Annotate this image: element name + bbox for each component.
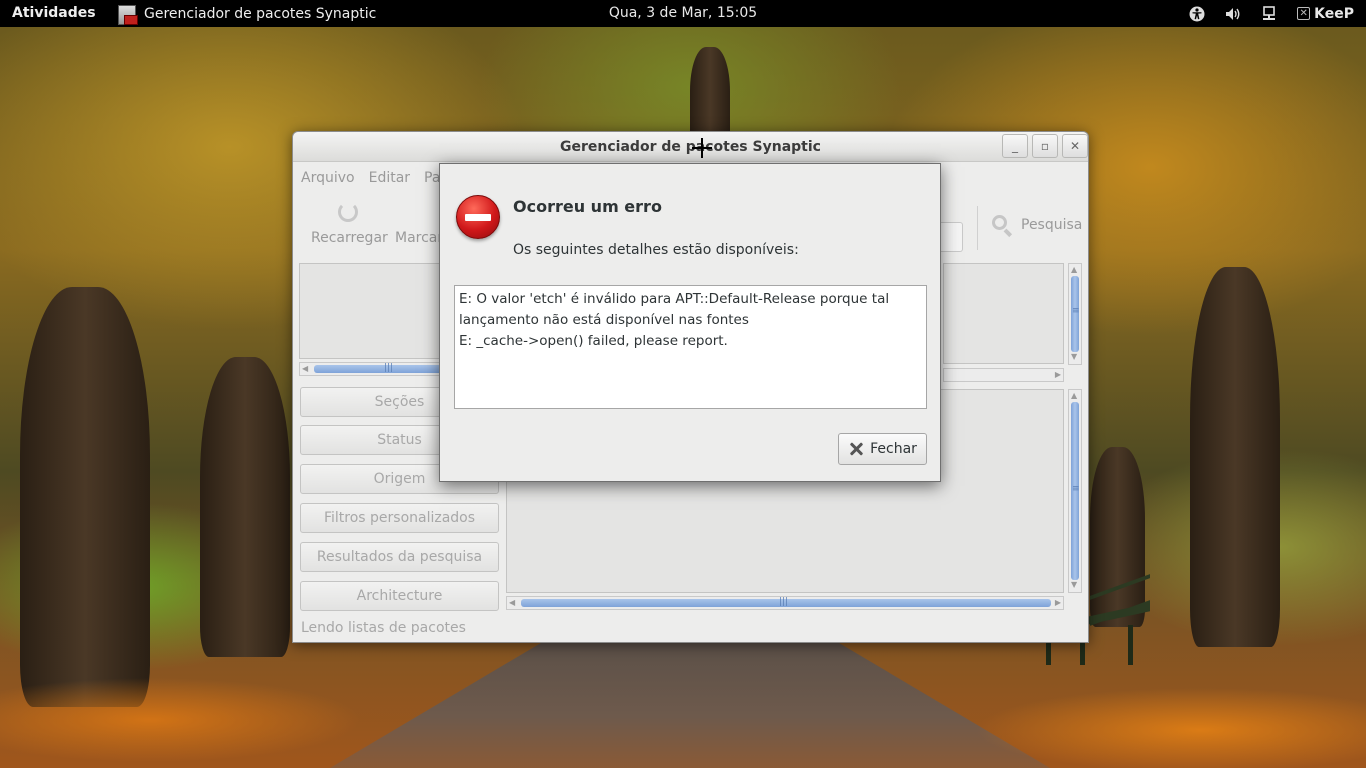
window-controls: _ ▫ ✕ xyxy=(1002,134,1088,158)
mark-all-upgrades-button[interactable]: Marcar xyxy=(395,230,443,246)
filter-list-hscrollbar[interactable]: ◀ ||| xyxy=(299,362,443,376)
filter-list-panel[interactable] xyxy=(299,263,443,359)
app-menu-title: Gerenciador de pacotes Synaptic xyxy=(144,5,377,22)
tree-trunk xyxy=(1190,267,1280,647)
offline-status-icon: ✕ xyxy=(1297,7,1311,20)
window-title: Gerenciador de pacotes Synaptic xyxy=(560,139,821,155)
dialog-error-icon xyxy=(456,195,500,239)
network-icon[interactable] xyxy=(1261,5,1277,22)
search-button[interactable]: Pesquisa xyxy=(991,214,1083,238)
dialog-title: Ocorreu um erro xyxy=(513,197,662,216)
user-menu[interactable]: ✕ KeeP xyxy=(1297,6,1354,22)
close-window-button[interactable]: ✕ xyxy=(1062,134,1088,158)
menu-editar[interactable]: Editar xyxy=(369,170,410,186)
search-icon xyxy=(991,214,1013,238)
accessibility-icon[interactable] xyxy=(1189,6,1205,22)
reload-button[interactable]: Recarregar xyxy=(311,202,388,246)
toolbar-separator xyxy=(977,206,978,250)
fallen-leaves xyxy=(0,660,1366,768)
filter-search-results-button[interactable]: Resultados da pesquisa xyxy=(300,542,499,572)
mouse-cursor xyxy=(692,138,712,158)
status-bar-text: Lendo listas de pacotes xyxy=(301,620,466,636)
error-details-text[interactable]: E: O valor 'etch' é inválido para APT::D… xyxy=(454,285,927,409)
user-name: KeeP xyxy=(1314,5,1354,22)
tree-trunk xyxy=(20,287,150,707)
reload-label: Recarregar xyxy=(311,230,388,246)
close-button-label: Fechar xyxy=(870,441,917,457)
reload-icon xyxy=(338,202,358,222)
tree-trunk xyxy=(200,357,290,657)
error-dialog: Ocorreu um erro Os seguintes detalhes es… xyxy=(439,163,941,482)
top-bar: Atividades Gerenciador de pacotes Synapt… xyxy=(0,0,1366,27)
menu-arquivo[interactable]: Arquivo xyxy=(301,170,355,186)
app-menu[interactable]: Gerenciador de pacotes Synaptic xyxy=(116,0,376,27)
activities-button[interactable]: Atividades xyxy=(12,5,96,21)
clock-label[interactable]: Qua, 3 de Mar, 15:05 xyxy=(609,5,757,21)
quick-filter-input[interactable] xyxy=(939,222,963,252)
menu-bar: Arquivo Editar Paco xyxy=(301,170,457,186)
window-titlebar[interactable]: Gerenciador de pacotes Synaptic _ ▫ ✕ xyxy=(293,132,1088,162)
system-tray: ✕ KeeP xyxy=(1189,0,1354,27)
maximize-button[interactable]: ▫ xyxy=(1032,134,1058,158)
minimize-button[interactable]: _ xyxy=(1002,134,1028,158)
volume-icon[interactable] xyxy=(1225,6,1241,22)
dialog-subtitle: Os seguintes detalhes estão disponíveis: xyxy=(513,242,799,258)
description-hscrollbar[interactable]: ◀ ||| ▶ xyxy=(506,596,1064,610)
filter-architecture-button[interactable]: Architecture xyxy=(300,581,499,611)
close-dialog-button[interactable]: Fechar xyxy=(838,433,927,465)
filter-custom-button[interactable]: Filtros personalizados xyxy=(300,503,499,533)
package-list-panel[interactable] xyxy=(943,263,1064,364)
close-icon xyxy=(848,441,864,457)
package-list-hscrollbar[interactable]: ▶ xyxy=(943,368,1064,382)
synaptic-app-icon xyxy=(116,3,138,25)
search-label: Pesquisa xyxy=(1021,217,1083,233)
description-vscrollbar[interactable]: ▲ ≡ ▼ xyxy=(1068,389,1082,593)
package-list-vscrollbar[interactable]: ▲ ≡ ▼ xyxy=(1068,263,1082,365)
